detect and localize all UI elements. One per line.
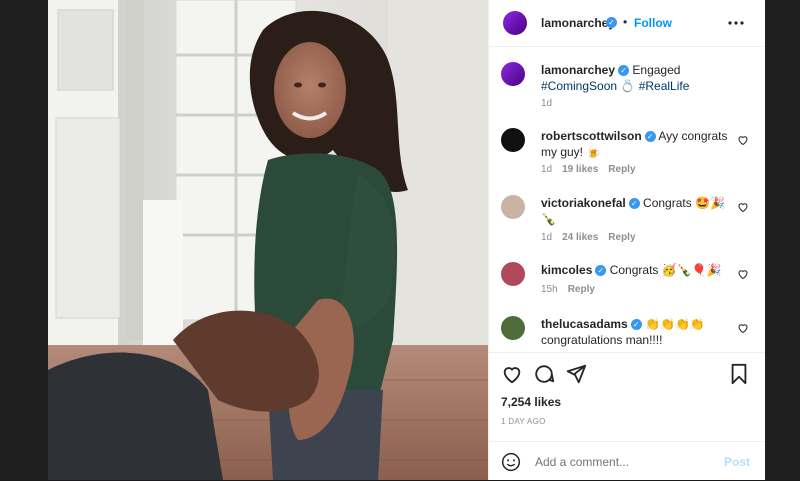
comment-text: victoriakonefal ✓ Congrats 🤩🎉🍾 xyxy=(541,195,731,227)
caption-body: Engaged xyxy=(632,63,681,77)
bookmark-icon[interactable] xyxy=(729,363,749,385)
caption-text: lamonarchey ✓ Engaged #ComingSoon 💍 #Real… xyxy=(541,62,731,94)
verified-badge-icon: ✓ xyxy=(595,265,607,276)
verified-badge-icon: ✓ xyxy=(628,198,640,209)
comment-input[interactable] xyxy=(533,451,707,473)
comment-time: 1d xyxy=(541,232,553,243)
author-username[interactable]: lamonarchey xyxy=(541,16,615,30)
commenter-avatar[interactable] xyxy=(501,195,525,219)
backdrop-right xyxy=(764,0,800,480)
post-header: lamonarchey ✓ • Follow xyxy=(489,0,765,47)
reply-button[interactable]: Reply xyxy=(608,232,635,243)
commenter-username[interactable]: victoriakonefal xyxy=(541,196,626,210)
commenter-username[interactable]: thelucasadams xyxy=(541,317,628,331)
post-date: 1 DAY AGO xyxy=(501,417,546,426)
caption-time: 1d xyxy=(541,98,553,109)
hashtag-link[interactable]: #ComingSoon xyxy=(541,79,617,93)
verified-badge-icon: ✓ xyxy=(618,65,630,76)
follow-button[interactable]: Follow xyxy=(634,16,672,30)
author-avatar[interactable] xyxy=(503,11,527,35)
reply-button[interactable]: Reply xyxy=(568,284,595,295)
caption-avatar[interactable] xyxy=(501,62,525,86)
emoji-icon[interactable] xyxy=(501,452,521,472)
details-panel: lamonarchey ✓ • Follow lamonarchey ✓ Enga… xyxy=(488,0,765,480)
comment-icon[interactable] xyxy=(533,363,555,385)
comment-meta: 1d 24 likes Reply xyxy=(541,232,646,243)
post-modal: lamonarchey ✓ • Follow lamonarchey ✓ Enga… xyxy=(48,0,765,480)
comment-item: victoriakonefal ✓ Congrats 🤩🎉🍾 1d 24 likes… xyxy=(501,195,751,245)
likes-count[interactable]: 7,254 likes xyxy=(501,395,561,409)
post-comment-button[interactable]: Post xyxy=(724,455,750,469)
verified-badge-icon: ✓ xyxy=(644,131,656,142)
like-comment-icon[interactable] xyxy=(737,322,749,334)
commenter-username[interactable]: robertscottwilson xyxy=(541,129,642,143)
comment-body: Congrats 🥳🍾🎈🎉 xyxy=(609,263,722,277)
comment-likes[interactable]: 24 likes xyxy=(562,232,598,243)
comment-meta: 1d 19 likes Reply xyxy=(541,164,646,175)
like-icon[interactable] xyxy=(501,363,523,385)
like-comment-icon[interactable] xyxy=(737,201,749,213)
backdrop-left xyxy=(0,0,48,480)
comment-likes[interactable]: 19 likes xyxy=(562,164,598,175)
comment-meta: 15h Reply xyxy=(541,284,605,295)
comment-time: 15h xyxy=(541,284,558,295)
comment-text: kimcoles ✓ Congrats 🥳🍾🎈🎉 xyxy=(541,262,731,278)
commenter-username[interactable]: kimcoles xyxy=(541,263,592,277)
commenter-avatar[interactable] xyxy=(501,316,525,340)
comment-item: kimcoles ✓ Congrats 🥳🍾🎈🎉 15h Reply xyxy=(501,262,751,302)
like-comment-icon[interactable] xyxy=(737,268,749,280)
post-actions: 7,254 likes 1 DAY AGO xyxy=(489,352,765,441)
more-options-icon[interactable] xyxy=(727,15,745,31)
like-comment-icon[interactable] xyxy=(737,134,749,146)
ring-emoji-icon: 💍 xyxy=(620,79,636,93)
comment-text: thelucasadams ✓ 👏👏👏👏 congratulations man!… xyxy=(541,316,731,348)
engagement-photo xyxy=(48,0,488,480)
add-comment-bar: Post xyxy=(489,441,765,481)
reply-button[interactable]: Reply xyxy=(608,164,635,175)
commenter-avatar[interactable] xyxy=(501,262,525,286)
comment-text: robertscottwilson ✓ Ayy congrats my guy! … xyxy=(541,128,731,160)
commenter-avatar[interactable] xyxy=(501,128,525,152)
caption-username[interactable]: lamonarchey xyxy=(541,63,615,77)
hashtag-link[interactable]: #RealLife xyxy=(639,79,690,93)
verified-badge-icon: ✓ xyxy=(630,319,642,330)
comment-item: robertscottwilson ✓ Ayy congrats my guy! … xyxy=(501,128,751,178)
caption: lamonarchey ✓ Engaged #ComingSoon 💍 #Real… xyxy=(501,62,751,109)
comment-item: thelucasadams ✓ 👏👏👏👏 congratulations man!… xyxy=(501,316,751,350)
verified-badge-icon: ✓ xyxy=(606,17,617,28)
share-icon[interactable] xyxy=(565,363,587,385)
comment-time: 1d xyxy=(541,164,553,175)
post-photo[interactable] xyxy=(48,0,488,480)
header-separator: • xyxy=(623,15,628,29)
